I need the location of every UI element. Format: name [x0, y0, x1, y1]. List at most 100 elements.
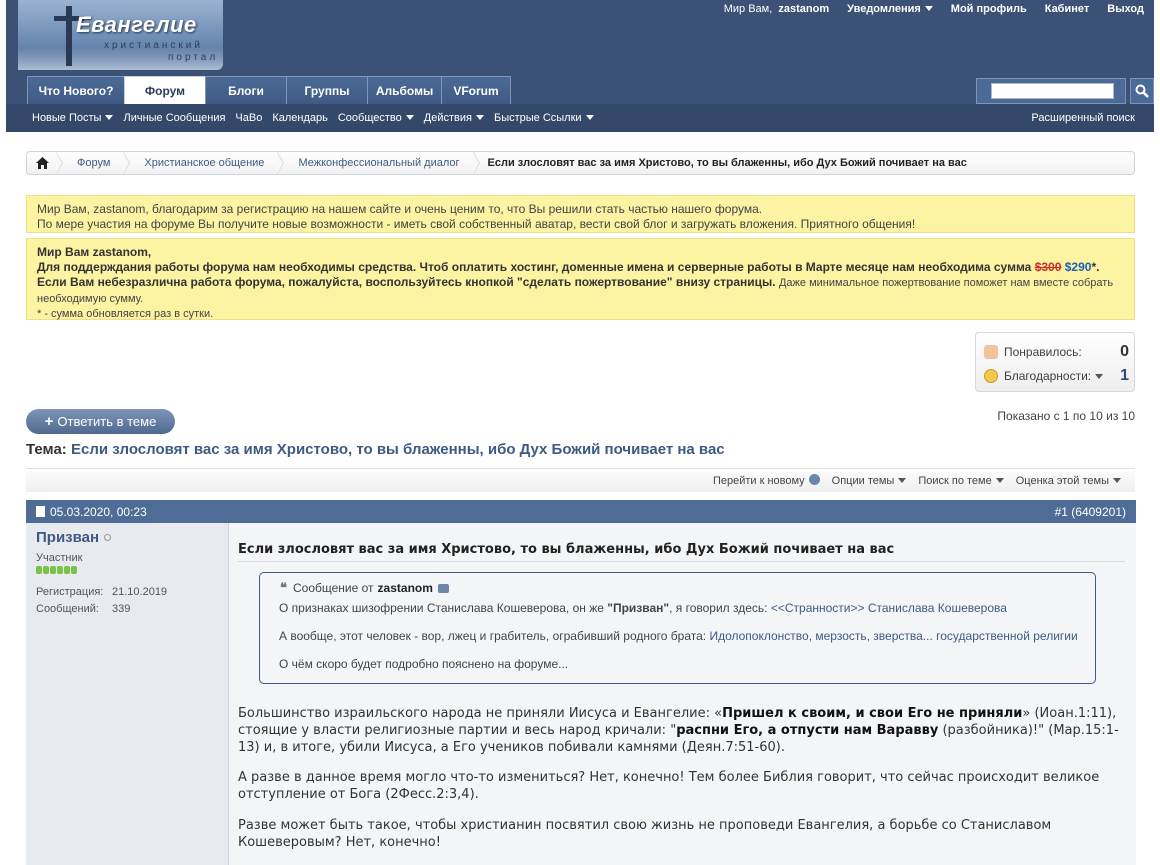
likes-count: 0	[1120, 343, 1129, 360]
reg-date: 21.10.2019	[112, 586, 168, 598]
donation-text: Для поддерждания работы форума нам необх…	[37, 260, 1114, 305]
nav-quick-links[interactable]: Быстрые Ссылки	[494, 112, 594, 124]
breadcrumb-forum[interactable]: Форум	[57, 151, 131, 175]
tab-albums[interactable]: Альбомы	[367, 76, 442, 104]
thread-tools: Перейти к новому Опции темы Поиск по тем…	[26, 468, 1135, 492]
chevron-down-icon	[585, 115, 594, 120]
logo-title: Евангелие	[76, 12, 197, 37]
site-logo[interactable]: Евангелие христианский портал	[18, 0, 223, 70]
home-icon	[36, 157, 49, 169]
quote-block: ❝ Сообщение от zastanom О признаках шизо…	[259, 572, 1096, 684]
quote-author: zastanom	[377, 581, 433, 595]
post-title: Если злословят вас за имя Христово, то в…	[238, 542, 895, 557]
nav-calendar[interactable]: Календарь	[272, 112, 328, 124]
offline-status-icon	[104, 534, 112, 541]
post-number-link[interactable]: #1 (6409201)	[1055, 505, 1126, 519]
user-stats: Регистрация: 21.10.2019 Сообщений: 339	[36, 584, 218, 618]
thread-title: Тема: Если злословят вас за имя Христово…	[26, 441, 725, 458]
quote-link-idolatry[interactable]: Идолопоклонство, мерзость, зверства... г…	[709, 629, 1077, 643]
thumbs-up-icon	[984, 345, 998, 359]
post-date: 05.03.2020, 00:23	[50, 504, 147, 519]
rate-thread-menu[interactable]: Оценка этой темы	[1016, 475, 1121, 487]
chevron-down-icon	[105, 115, 114, 120]
quote-line: О чём скоро будет подробно пояснено на ф…	[279, 657, 569, 671]
cross-icon	[66, 6, 72, 66]
chevron-down-icon	[1095, 373, 1104, 379]
cabinet-link[interactable]: Кабинет	[1045, 3, 1090, 15]
welcome-text: Мир Вам, zastanom	[723, 3, 830, 15]
tab-blogs[interactable]: Блоги	[205, 76, 287, 104]
breadcrumb-interdenominational[interactable]: Межконфессиональный диалог	[278, 151, 480, 175]
new-sum: $290	[1064, 260, 1092, 274]
top-links: Мир Вам, zastanom Уведомления Мой профил…	[724, 3, 1144, 15]
thanks-count: 1	[1120, 367, 1129, 384]
nav-private-messages[interactable]: Личные Сообщения	[123, 112, 225, 124]
welcome-notice: Мир Вам, zastanom, благодарим за регистр…	[26, 195, 1135, 233]
thread-search-menu[interactable]: Поиск по теме	[918, 475, 1004, 487]
main-tabs: Что Нового? Форум Блоги Группы Альбомы V…	[27, 76, 511, 105]
nav-faq[interactable]: ЧаВо	[235, 112, 262, 124]
search-button[interactable]	[1130, 78, 1154, 104]
welcome-notice-line: Мир Вам, zastanom, благодарим за регистр…	[37, 202, 763, 216]
smile-icon	[984, 369, 998, 383]
quote-link-strangeness[interactable]: <<Странности>> Станислава Кошеверова	[771, 601, 1007, 615]
post-paragraph: Большинство израильского народа не приня…	[238, 706, 1119, 755]
advanced-search-link[interactable]: Расширенный поиск	[1031, 112, 1135, 124]
reputation-bar	[36, 566, 218, 574]
chevron-down-icon	[405, 115, 414, 120]
chevron-down-icon	[898, 477, 907, 483]
chevron-down-icon	[1113, 477, 1121, 483]
notifications-menu[interactable]: Уведомления	[847, 3, 933, 15]
breadcrumb-current: Если злословят вас за имя Христово, то в…	[487, 157, 967, 169]
sub-navbar: Новые Посты Личные Сообщения ЧаВо Календ…	[6, 104, 1154, 132]
post-body: Если злословят вас за имя Христово, то в…	[229, 523, 1136, 865]
chevron-down-icon	[924, 6, 933, 11]
site-header: Евангелие христианский портал Мир Вам, z…	[6, 0, 1154, 76]
results-count: Показано с 1 по 10 из 10	[997, 409, 1135, 423]
post-divider	[238, 561, 1125, 562]
likes-row: Понравилось: 0	[984, 343, 1129, 361]
nav-actions[interactable]: Действия	[424, 112, 484, 124]
logo-subtitle-2: портал	[168, 52, 219, 63]
view-post-icon[interactable]	[437, 583, 449, 593]
tab-forum[interactable]: Форум	[124, 76, 206, 105]
post-paragraph: Разве может быть такое, чтобы христианин…	[238, 818, 1052, 850]
post-header: 05.03.2020, 00:23 #1 (6409201)	[26, 500, 1136, 523]
posts-label: Сообщений:	[36, 603, 99, 615]
likes-label: Понравилось:	[1004, 345, 1082, 359]
plus-icon: +	[44, 413, 54, 430]
quote-header: ❝ Сообщение от zastanom	[280, 580, 449, 596]
quote-icon: ❝	[280, 580, 287, 595]
username-link[interactable]: zastanom	[778, 3, 829, 15]
tab-groups[interactable]: Группы	[286, 76, 368, 104]
post-paragraph: А разве в данное время могло что-то изме…	[238, 770, 1100, 802]
my-profile-link[interactable]: Мой профиль	[951, 3, 1027, 15]
breadcrumb-home[interactable]	[27, 151, 63, 175]
breadcrumb-christian-fellowship[interactable]: Христианское общение	[124, 151, 285, 175]
document-icon	[36, 506, 45, 517]
thanks-label: Благодарности:	[1004, 369, 1092, 383]
tab-whats-new[interactable]: Что Нового?	[27, 76, 125, 104]
donation-footnote: * - сумма обновляется раз в сутки.	[37, 308, 214, 320]
chevron-down-icon	[475, 115, 484, 120]
donation-notice: Мир Вам zastanom, Для поддерждания работ…	[26, 238, 1135, 320]
welcome-notice-line: По мере участия на форуме Вы получите но…	[37, 217, 916, 231]
posts-count: 339	[112, 603, 131, 615]
arrow-right-icon	[808, 474, 820, 485]
logo-subtitle: христианский	[104, 40, 203, 51]
nav-new-posts[interactable]: Новые Посты	[32, 112, 114, 124]
breadcrumb: Форум Христианское общение Межконфессион…	[26, 151, 1135, 175]
thread-options-menu[interactable]: Опции темы	[832, 475, 907, 487]
tab-vforum[interactable]: VForum	[441, 76, 511, 104]
goto-new-link[interactable]: Перейти к новому	[713, 474, 820, 487]
post-username[interactable]: Призван	[36, 529, 218, 546]
logout-link[interactable]: Выход	[1107, 3, 1144, 15]
reply-button[interactable]: + Ответить в теме	[26, 409, 175, 434]
quote-line: О признаках шизофрении Станислава Кошеве…	[279, 601, 1007, 615]
search-icon	[1135, 84, 1149, 98]
thanks-row[interactable]: Благодарности: 1	[984, 367, 1129, 385]
nav-community[interactable]: Сообщество	[338, 112, 414, 124]
reg-label: Регистрация:	[36, 586, 104, 598]
chevron-down-icon	[995, 477, 1004, 483]
search-input[interactable]	[991, 83, 1114, 99]
